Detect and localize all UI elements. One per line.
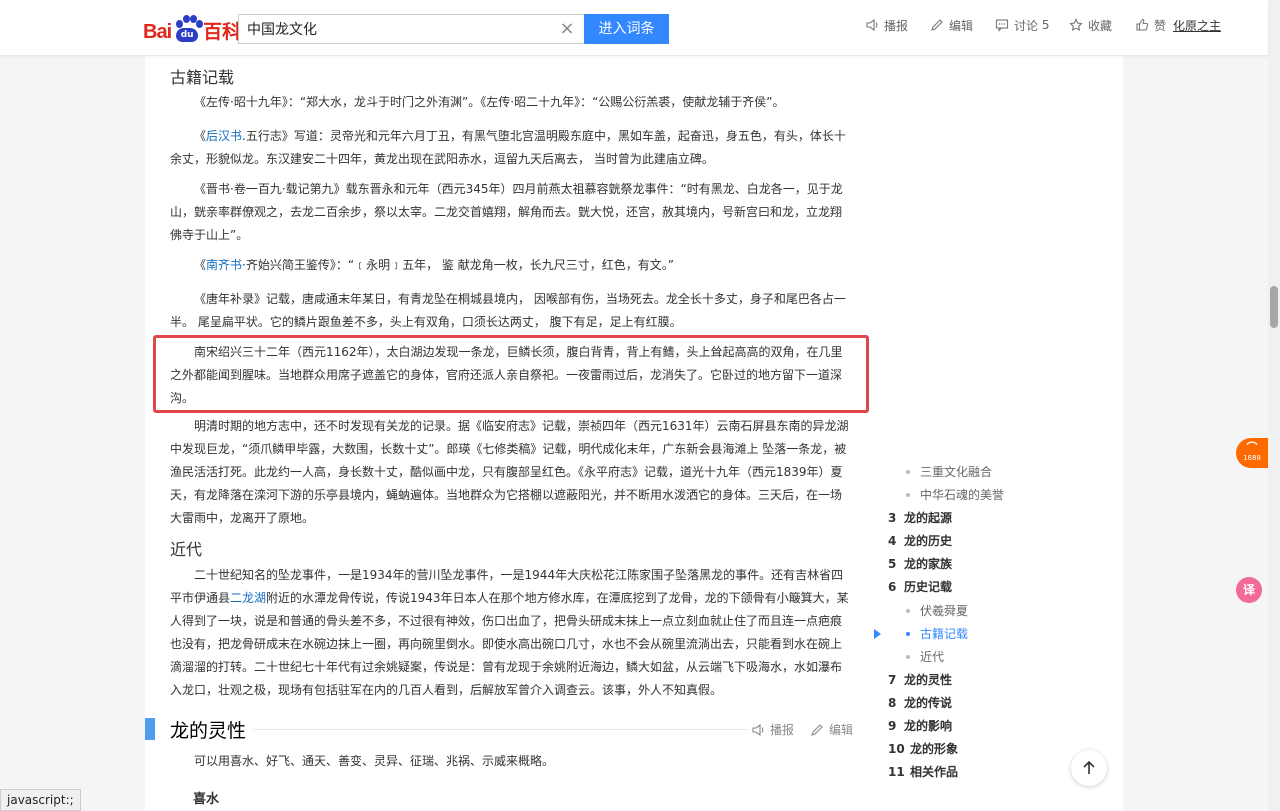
pencil-icon — [931, 19, 943, 31]
section-edit-button[interactable]: 编辑 — [810, 721, 853, 738]
toc-item[interactable]: 9 龙的影响 — [874, 716, 952, 736]
header-toolbar-favorite: 收藏 — [1069, 16, 1112, 34]
header-toolbar-edit: 编辑 — [930, 16, 973, 34]
section-actions: 播报 编辑 — [735, 721, 853, 738]
paragraph: 二十世纪知名的坠龙事件，一是1934年的营川坠龙事件，一是1944年大庆松花江陈… — [170, 568, 849, 697]
scrollbar-thumb[interactable] — [1270, 286, 1278, 328]
broadcast-button[interactable]: 播报 — [865, 17, 908, 34]
side-1688-badge[interactable]: ⌒ 1688 — [1236, 438, 1268, 468]
back-to-top-button[interactable] — [1071, 750, 1107, 786]
discuss-count: 5 — [1041, 18, 1050, 32]
discuss-button[interactable]: 讨论 5 — [995, 17, 1049, 34]
logo-bai: Bai — [143, 21, 172, 43]
heading-ancient-records: 古籍记载 — [170, 68, 235, 87]
header-toolbar: 播报 — [865, 16, 908, 34]
favorite-button[interactable]: 收藏 — [1069, 17, 1112, 34]
toc-item[interactable]: 近代 — [874, 647, 944, 667]
top-header: Bai du 百科 × 进入词条 播报 编辑 讨论 5 — [0, 0, 1268, 56]
paw-icon: du — [172, 14, 204, 44]
section-heading: 龙的灵性 播报 编辑 — [145, 716, 853, 744]
paragraph-highlighted: 南宋绍兴三十二年（西元1162年），太白湖边发现一条龙，巨鳞长须，腹白背青，背上… — [170, 345, 843, 405]
toc-item[interactable]: 4 龙的历史 — [874, 531, 952, 551]
heading-modern: 近代 — [170, 540, 203, 559]
search-input[interactable] — [239, 15, 539, 43]
toc-item-active[interactable]: 古籍记载 — [874, 624, 968, 644]
subheading-likes-water: 喜水 — [193, 792, 220, 807]
header-toolbar-like: 赞 — [1135, 16, 1166, 34]
toc-item[interactable]: 11 相关作品 — [874, 762, 958, 782]
section-bar — [145, 718, 155, 740]
paragraph: 《唐年补录》记载，唐咸通末年某日，有青龙坠在桐城县境内， 因喉部有伤，当场死去。… — [170, 292, 846, 329]
paragraph: 《左传·昭十九年》：“郑大水，龙斗于时门之外洧渊”。《左传·昭二十九年》：“公赐… — [194, 95, 785, 109]
search-box: × — [238, 14, 584, 44]
header-toolbar-discuss: 讨论 5 — [995, 16, 1049, 34]
toc-item[interactable]: 3 龙的起源 — [874, 508, 952, 528]
toc-item[interactable]: 5 龙的家族 — [874, 554, 952, 574]
clear-icon[interactable]: × — [558, 20, 576, 38]
cart-icon: ⌒ — [1246, 441, 1258, 454]
baidu-baike-logo[interactable]: Bai du 百科 — [143, 10, 241, 44]
toc-item[interactable]: 中华石魂的美誉 — [874, 485, 1004, 505]
section-divider — [253, 729, 748, 730]
arrow-up-icon — [1083, 760, 1095, 774]
status-bar-url: javascript:; — [0, 789, 81, 811]
link-hou-han-shu[interactable]: 后汉书 — [206, 129, 242, 143]
section-title-text: 龙的灵性 — [170, 720, 247, 742]
logo-baike: 百科 — [203, 21, 242, 43]
section-broadcast-button[interactable]: 播报 — [751, 721, 794, 738]
toc-item[interactable]: 8 龙的传说 — [874, 693, 952, 713]
paragraph: 《后汉书.五行志》写道：灵帝光和元年六月丁丑，有黑气堕北宫温明殿东庭中，黑如车盖… — [170, 129, 846, 166]
speaker-icon — [866, 18, 878, 32]
paragraph: 《南齐书·齐始兴简王鉴传》：“﹝永明﹞五年， 鉴 献龙角一枚，长九尺三寸，红色，… — [194, 258, 674, 272]
toc-item[interactable]: 7 龙的灵性 — [874, 670, 952, 690]
paragraph: 《晋书·卷一百九·载记第九》载东晋永和元年（西元345年）四月前燕太祖慕容皝祭龙… — [170, 182, 843, 242]
speaker-icon — [752, 723, 764, 736]
paragraph: 可以用喜水、好飞、通天、善变、灵异、征瑞、兆祸、示威来概略。 — [194, 754, 555, 768]
page-scrollbar[interactable] — [1268, 0, 1280, 811]
paragraph: 明清时期的地方志中，还不时发现有关龙的记录。据《临安府志》记载，崇祯四年（西元1… — [170, 419, 849, 525]
translate-icon[interactable]: 译 — [1236, 577, 1262, 603]
link-er-long-hu[interactable]: 二龙湖 — [230, 591, 266, 605]
thumbs-up-icon — [1136, 18, 1149, 31]
star-icon — [1069, 18, 1083, 32]
toc-item[interactable]: 10 龙的形象 — [874, 739, 958, 759]
user-link[interactable]: 化原之主 — [1173, 17, 1221, 34]
toc-item[interactable]: 伏羲舜夏 — [874, 601, 968, 621]
logo-du: du — [176, 28, 199, 42]
like-button[interactable]: 赞 — [1135, 17, 1166, 34]
header-toolbar-user: 化原之主 — [1173, 16, 1221, 34]
toc-item[interactable]: 三重文化融合 — [874, 462, 992, 482]
comment-icon — [995, 19, 1009, 32]
toc-current-arrow-icon — [874, 629, 881, 639]
toc-item[interactable]: 6 历史记载 — [874, 577, 952, 597]
enter-entry-button[interactable]: 进入词条 — [584, 14, 669, 44]
link-nan-qi-shu[interactable]: 南齐书 — [206, 258, 242, 272]
edit-button[interactable]: 编辑 — [930, 17, 973, 34]
pencil-icon — [811, 723, 823, 736]
content-panel: 古籍记载 《左传·昭十九年》：“郑大水，龙斗于时门之外洧渊”。《左传·昭二十九年… — [145, 56, 1123, 811]
